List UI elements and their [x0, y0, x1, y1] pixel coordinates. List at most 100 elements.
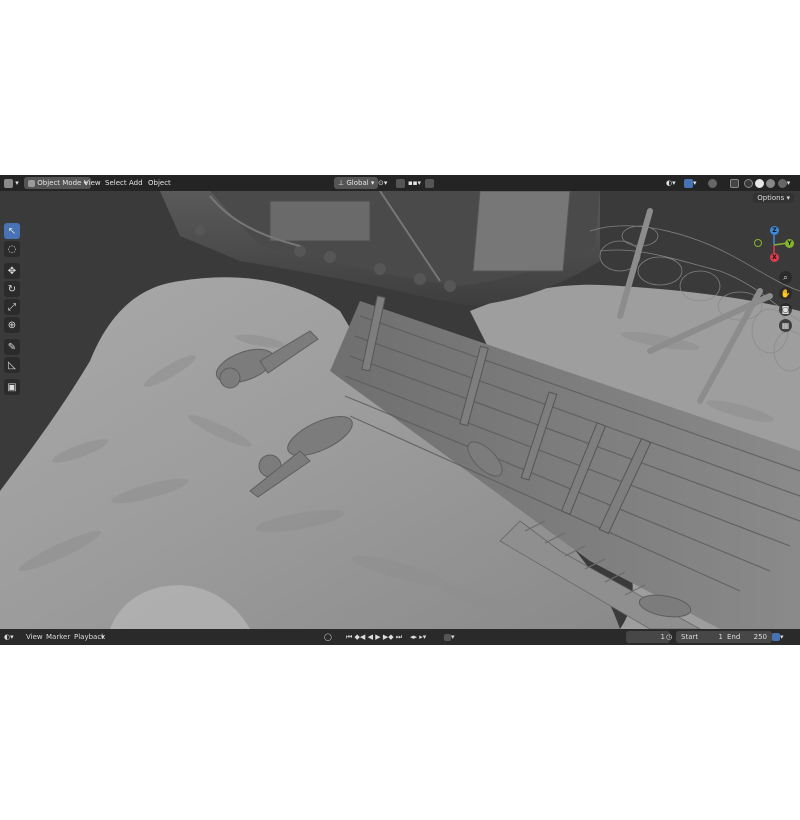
next-keyframe-icon[interactable]: ▶◆: [383, 633, 394, 641]
overlays-icon: [708, 178, 717, 188]
scale-tool[interactable]: ⤢: [4, 299, 20, 315]
measure-icon: ◺: [8, 359, 16, 371]
gizmo-y-axis[interactable]: Y: [785, 239, 794, 248]
play-reverse-icon[interactable]: ◀: [368, 633, 373, 641]
stopwatch-icon: ◷: [666, 633, 673, 641]
menu-add[interactable]: Add: [129, 177, 143, 189]
jump-start-icon[interactable]: ⏮: [346, 633, 352, 641]
xray-icon: [730, 178, 739, 188]
annotate-icon: ✎: [7, 341, 17, 353]
select-box-icon: ↖: [7, 225, 17, 237]
gizmo-z-axis[interactable]: Z: [770, 226, 779, 235]
orientation-icon: ⊥: [338, 179, 345, 187]
hand-icon: ✋: [780, 289, 791, 298]
gizmo-x-axis[interactable]: X: [770, 253, 779, 262]
timeline-menu-marker[interactable]: Marker: [46, 631, 70, 643]
jump-end-icon[interactable]: ⏭: [396, 633, 402, 641]
current-frame-field[interactable]: 1: [626, 631, 670, 643]
gizmo-neg-y-axis[interactable]: [754, 239, 762, 247]
visibility-icon: ◐: [666, 179, 673, 187]
timeline-editor-type-button[interactable]: ◐▾: [4, 631, 14, 643]
prev-keyframe-icon[interactable]: ◆◀: [355, 633, 366, 641]
auto-keying-toggle[interactable]: ◯: [324, 631, 332, 643]
3d-viewport[interactable]: ↖ ◌ ✥ ↻ ⤢ ⊕ ✎ ◺ ▣ Options ▾ Z Y X ⌕ ✋ ◙ …: [0, 191, 800, 629]
mode-dropdown[interactable]: Object Mode ▾: [24, 177, 92, 189]
move-tool[interactable]: ✥: [4, 263, 20, 279]
cursor-tool[interactable]: ◌: [4, 241, 20, 257]
scene-render: [0, 191, 800, 629]
start-label: Start: [681, 633, 699, 641]
navigation-gizmo[interactable]: Z Y X: [754, 225, 794, 265]
solid-shading-icon[interactable]: [755, 178, 765, 188]
pivot-point-button[interactable]: ⊙▾: [378, 177, 387, 189]
menu-select[interactable]: Select: [105, 177, 127, 189]
timeline-header: ◐▾ View Marker Playback ▾ ◯ ⏮ ◆◀ ◀ ▶ ▶◆ …: [0, 629, 800, 645]
start-frame-field[interactable]: Start 1: [676, 631, 728, 643]
view-options-icon: [772, 633, 780, 641]
camera-icon: ◙: [781, 305, 790, 314]
gizmo-icon: [684, 178, 693, 188]
end-label: End: [727, 633, 741, 641]
annotate-tool[interactable]: ✎: [4, 339, 20, 355]
proportional-edit-icon: [425, 178, 434, 188]
grid-icon: ▦: [781, 321, 790, 330]
snap-toggle[interactable]: [396, 177, 405, 189]
clock-icon: ◐: [4, 633, 11, 641]
cursor-icon: ◌: [7, 243, 17, 255]
end-frame-field[interactable]: End 250: [722, 631, 772, 643]
keying-set-icon: [444, 633, 451, 641]
menu-object[interactable]: Object: [148, 177, 171, 189]
snap-target-icon: ▪▪: [408, 179, 418, 187]
select-box-tool[interactable]: ↖: [4, 223, 20, 239]
shading-buttons[interactable]: ▾: [744, 177, 790, 189]
keyframe-tools[interactable]: ◂▸ ▸▾: [410, 631, 426, 643]
viewport-header: ▾ Object Mode ▾ View Select Add Object ⊥…: [0, 175, 800, 191]
pivot-icon: ⊙: [378, 179, 384, 187]
rendered-shading-icon[interactable]: [777, 178, 787, 188]
end-value: 250: [753, 633, 767, 641]
blender-window: ▾ Object Mode ▾ View Select Add Object ⊥…: [0, 175, 800, 645]
transform-orientation-dropdown[interactable]: ⊥ Global ▾: [334, 177, 379, 189]
keying-set-button[interactable]: ▾: [444, 631, 455, 643]
pan-button[interactable]: ✋: [779, 287, 792, 300]
transform-icon: ⊕: [7, 319, 17, 331]
timeline-menu-view[interactable]: View: [26, 631, 43, 643]
zoom-icon: ⌕: [783, 273, 788, 282]
xray-toggle[interactable]: [730, 177, 739, 189]
navigation-buttons: ⌕ ✋ ◙ ▦: [779, 271, 793, 335]
overlays-toggle[interactable]: [708, 177, 717, 189]
editor-type-button[interactable]: ▾: [4, 177, 19, 189]
tool-shelf: ↖ ◌ ✥ ↻ ⤢ ⊕ ✎ ◺ ▣: [4, 223, 22, 397]
object-mode-icon: [28, 179, 35, 187]
material-shading-icon[interactable]: [766, 178, 776, 188]
add-cube-tool[interactable]: ▣: [4, 379, 20, 395]
playback-controls: ⏮ ◆◀ ◀ ▶ ▶◆ ⏭: [346, 631, 402, 643]
gizmo-toggle[interactable]: ▾: [684, 177, 697, 189]
keyframe-icon: ◂▸ ▸▾: [410, 633, 427, 641]
timeline-view-options[interactable]: ▾: [772, 631, 784, 643]
rotate-icon: ↻: [7, 283, 17, 295]
play-icon[interactable]: ▶: [375, 633, 380, 641]
orientation-label: Global: [346, 179, 369, 187]
visibility-button[interactable]: ◐▾: [666, 177, 676, 189]
move-icon: ✥: [7, 265, 17, 277]
perspective-toggle[interactable]: ▦: [779, 319, 792, 332]
options-label: Options: [757, 194, 785, 202]
add-cube-icon: ▣: [7, 381, 17, 393]
snap-icon: [396, 178, 405, 188]
menu-view[interactable]: View: [84, 177, 101, 189]
options-button[interactable]: Options ▾: [753, 193, 794, 203]
editor-type-icon: [4, 178, 13, 188]
mode-label: Object Mode: [37, 179, 82, 187]
rotate-tool[interactable]: ↻: [4, 281, 20, 297]
wireframe-shading-icon[interactable]: [744, 178, 753, 188]
record-icon: ◯: [324, 633, 332, 641]
proportional-edit-toggle[interactable]: [425, 177, 434, 189]
transform-tool[interactable]: ⊕: [4, 317, 20, 333]
zoom-button[interactable]: ⌕: [779, 271, 792, 284]
scale-icon: ⤢: [8, 301, 16, 313]
snap-target-button[interactable]: ▪▪▾: [408, 177, 421, 189]
camera-view-button[interactable]: ◙: [779, 303, 792, 316]
preview-range-toggle[interactable]: ◷: [666, 631, 672, 643]
measure-tool[interactable]: ◺: [4, 357, 20, 373]
